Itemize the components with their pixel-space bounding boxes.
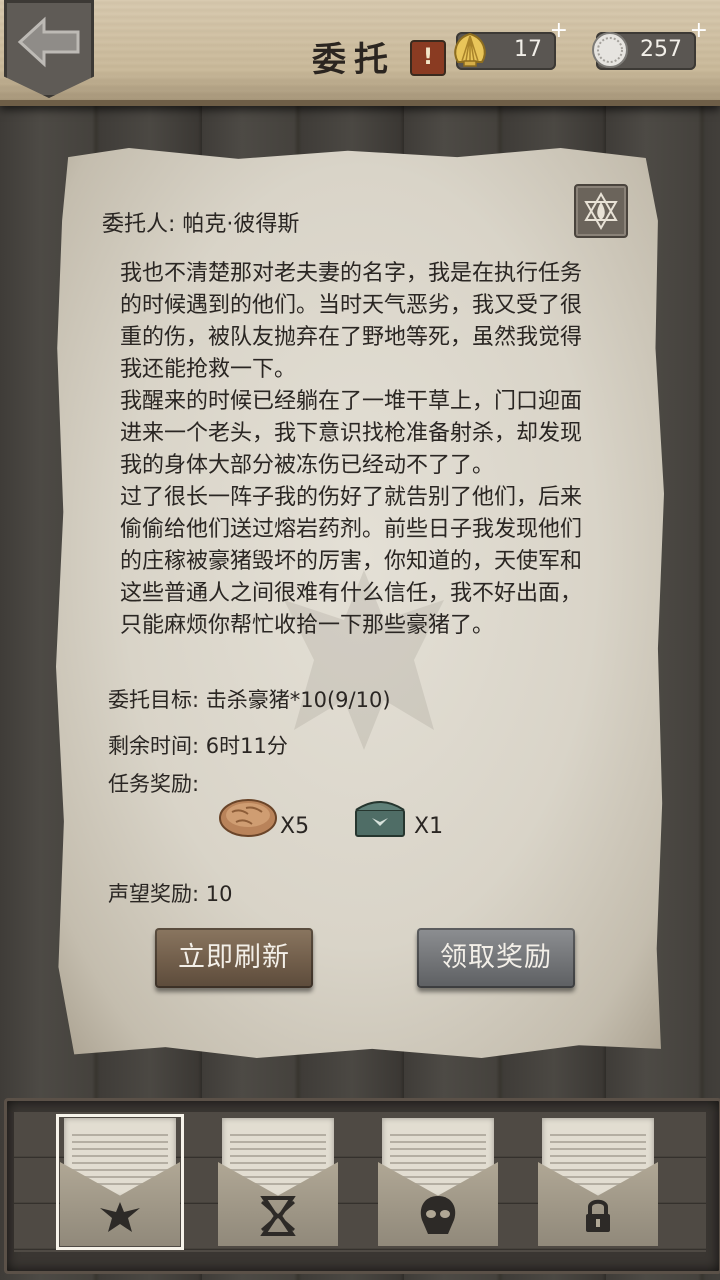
quest-target: 委托目标: 击杀豪猪*10(9/10) — [108, 688, 391, 712]
bread-icon — [219, 799, 277, 837]
add-shells-icon[interactable]: + — [550, 18, 568, 43]
story-paragraph: 我也不清楚那对老夫妻的名字，我是在执行任务的时候遇到的他们。当时天气恶劣，我又受… — [120, 261, 583, 382]
claim-reward-button[interactable]: 领取奖励 — [417, 928, 575, 988]
eagle-crest-icon — [100, 1202, 140, 1232]
quest-letter-1[interactable] — [56, 1114, 184, 1250]
quest-letter-3[interactable] — [378, 1118, 498, 1246]
page-title: 委托 — [312, 40, 396, 80]
chest-icon — [355, 801, 405, 837]
reward-qty: X1 — [414, 814, 444, 839]
reward-qty: X5 — [280, 814, 310, 839]
back-arrow-icon — [17, 16, 80, 68]
shell-currency[interactable]: 17 + — [454, 18, 568, 70]
rewards-label: 任务奖励: — [108, 772, 200, 796]
coin-currency[interactable]: 257 + — [592, 18, 708, 70]
quest-story: 我也不清楚那对老夫妻的名字，我是在执行任务的时候遇到的他们。当时天气恶劣，我又受… — [120, 258, 602, 642]
silver-coin-icon — [592, 32, 628, 68]
quest-letter-2[interactable] — [218, 1118, 338, 1246]
skull-crest-icon — [420, 1196, 456, 1234]
story-paragraph: 过了很长一阵子我的伤好了就告别了他们，后来偷偷给他们送过熔岩药剂。前些日子我发现… — [120, 485, 583, 638]
story-paragraph: 我醒来的时候已经躺在了一堆干草上，门口迎面进来一个老头，我下意识找枪准备射杀，却… — [120, 389, 583, 478]
quest-time-left: 剩余时间: 6时11分 — [108, 734, 288, 758]
faction-sigil-icon — [574, 184, 628, 238]
refresh-now-button[interactable]: 立即刷新 — [155, 928, 313, 988]
reward-item-bread[interactable]: X5 — [218, 796, 328, 846]
exclamation-icon[interactable]: ! — [410, 40, 446, 76]
coin-count: 257 — [640, 37, 682, 62]
add-coins-icon[interactable]: + — [690, 18, 708, 43]
hourglass-crest-icon — [260, 1196, 296, 1236]
lock-icon — [586, 1199, 610, 1232]
shell-icon — [454, 32, 486, 67]
quest-letter-4-locked[interactable] — [538, 1118, 658, 1246]
shell-count: 17 — [514, 37, 542, 62]
reward-item-chest[interactable]: X1 — [352, 796, 462, 846]
quest-client: 委托人: 帕克·彼得斯 — [102, 212, 300, 237]
reputation-reward: 声望奖励: 10 — [108, 882, 233, 906]
